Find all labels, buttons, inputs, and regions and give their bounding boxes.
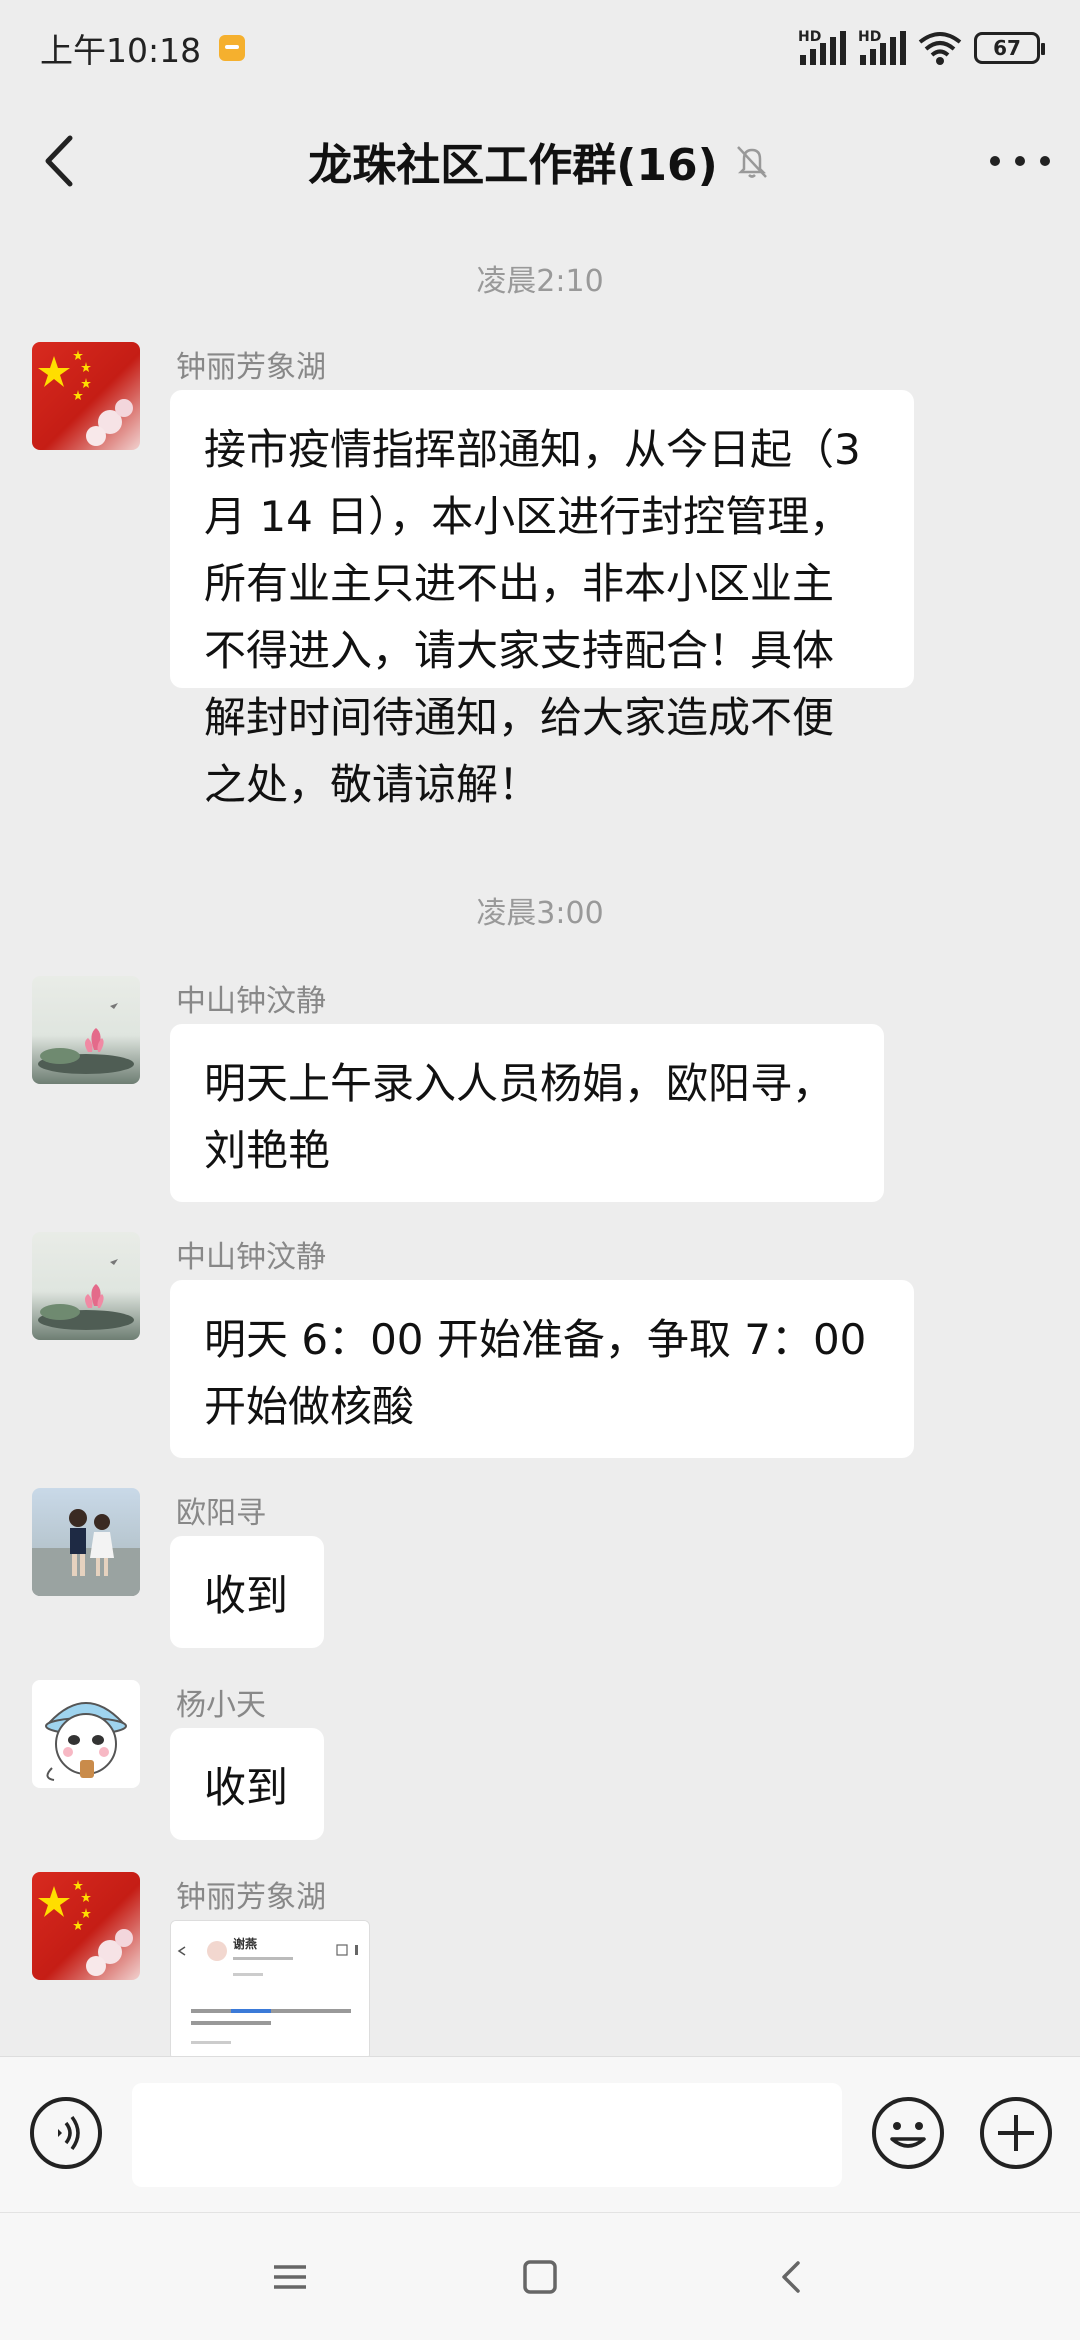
voice-icon[interactable] [28,2095,104,2171]
home-icon[interactable] [514,2251,566,2303]
clock: 上午10:18 [40,31,202,70]
sender-name: 中山钟汶静 [176,1240,326,1275]
more-icon[interactable] [990,136,1050,186]
input-bar [0,2056,1080,2212]
wifi-icon [918,32,962,65]
kids-photo-icon [32,1509,140,1596]
time-separator: 凌晨3:00 [476,896,604,931]
network-label: HD [798,29,822,45]
message-bubble[interactable]: 明天 6：00 开始准备，争取 7：00 开始做核酸 [170,1280,914,1458]
battery-level: 67 [993,36,1021,60]
signal-icon: HD [798,29,846,65]
battery-icon: 67 [974,32,1045,64]
avatar[interactable] [32,342,140,450]
nav-back-icon[interactable] [766,2251,818,2303]
back-arrow-icon[interactable] [30,126,90,196]
flag-icon [38,350,133,446]
menu-icon[interactable] [264,2251,316,2303]
chat-area[interactable]: 凌晨2:10 钟丽芳象湖 接市疫情指挥部通知，从今日起（3 月 14 日），本小… [0,226,1080,2056]
emoji-icon[interactable] [870,2095,946,2171]
message-item: 钟丽芳象湖 接市疫情指挥部通知，从今日起（3 月 14 日），本小区进行封控管理… [32,342,1048,809]
lotus-icon [38,1259,134,1330]
message-bubble[interactable]: 明天上午录入人员杨娟，欧阳寻， 刘艳艳 [170,1024,884,1202]
chat-header: 龙珠社区工作群(16) [0,96,1080,226]
lotus-icon [38,1003,134,1074]
status-right: HD HD 67 [798,29,1045,65]
avatar[interactable] [32,1872,140,1980]
flag-icon [38,1880,133,1976]
avatar[interactable] [32,1680,140,1788]
message-bubble[interactable]: 接市疫情指挥部通知，从今日起（3 月 14 日），本小区进行封控管理， 所有业主… [170,390,914,809]
avatar[interactable] [32,1232,140,1340]
sender-name: 杨小天 [176,1688,266,1723]
signal-icon-2: HD [858,29,906,65]
plus-icon[interactable] [978,2095,1054,2171]
message-item: 中山钟汶静 明天上午录入人员杨娟，欧阳寻， 刘艳艳 [32,976,1048,1206]
message-input[interactable] [132,2083,842,2187]
sender-name: 中山钟汶静 [176,984,326,1019]
notification-icon [219,35,246,61]
image-caption: 谢燕 [233,1937,258,1951]
sender-name: 欧阳寻 [176,1496,266,1531]
message-item: 中山钟汶静 明天 6：00 开始准备，争取 7：00 开始做核酸 [32,1232,1048,1462]
sender-name: 钟丽芳象湖 [176,350,326,385]
time-separator: 凌晨2:10 [476,264,604,299]
page-title: 龙珠社区工作群(16) [308,140,718,191]
message-item: 杨小天 收到 [32,1680,1048,1850]
message-item: 钟丽芳象湖 谢燕 [32,1872,1048,2056]
title-wrap: 龙珠社区工作群(16) [308,129,771,193]
message-item: 欧阳寻 收到 [32,1488,1048,1658]
status-bar: 上午10:18 HD HD 67 [0,0,1080,96]
network-label-2: HD [858,29,882,45]
message-bubble[interactable]: 收到 [170,1728,324,1840]
screenshot-thumbnail [171,1921,369,2056]
avatar[interactable] [32,976,140,1084]
mute-bell-icon [736,146,767,178]
sender-name: 钟丽芳象湖 [176,1880,326,1915]
system-nav-bar [0,2212,1080,2340]
panda-icon [45,1702,127,1781]
status-left: 上午10:18 [40,24,246,72]
image-message[interactable]: 谢燕 [170,1920,370,2056]
avatar[interactable] [32,1488,140,1596]
message-bubble[interactable]: 收到 [170,1536,324,1648]
